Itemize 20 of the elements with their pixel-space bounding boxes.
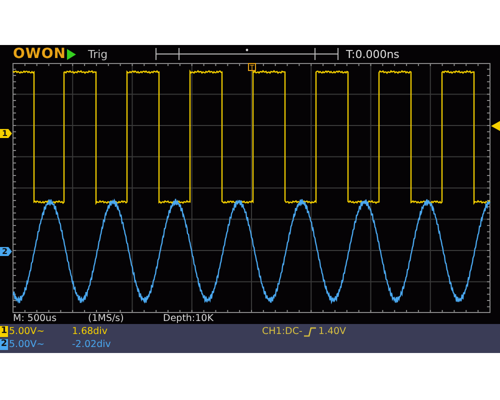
trigger-time: T:0.000ns	[346, 48, 400, 60]
trigger-level-icon	[491, 121, 500, 131]
channel-badge: 2	[0, 339, 8, 350]
play-icon	[67, 48, 76, 60]
sample-rate: (1MS/s)	[88, 313, 125, 324]
channel-scale: 5.00V~	[9, 326, 46, 337]
channel-position: -2.02div	[72, 339, 111, 350]
memory-depth: Depth:10K	[163, 313, 214, 324]
timebase-bracket-icon	[154, 47, 340, 61]
trigger-level: 1.40V	[318, 326, 346, 337]
trigger-source: CH1:DC-	[262, 326, 302, 337]
channel-badge: 1	[0, 326, 8, 337]
trigger-status: Trig	[88, 48, 109, 60]
channel-position: 1.68div	[72, 326, 108, 337]
channel-scale: 5.00V~	[9, 339, 46, 350]
logo: OWON	[13, 46, 67, 62]
rising-edge-icon	[304, 326, 316, 336]
channel-marker[interactable]: 2	[0, 247, 12, 256]
channel-marker[interactable]: 1	[0, 129, 12, 138]
timebase: M: 500us	[13, 313, 58, 324]
